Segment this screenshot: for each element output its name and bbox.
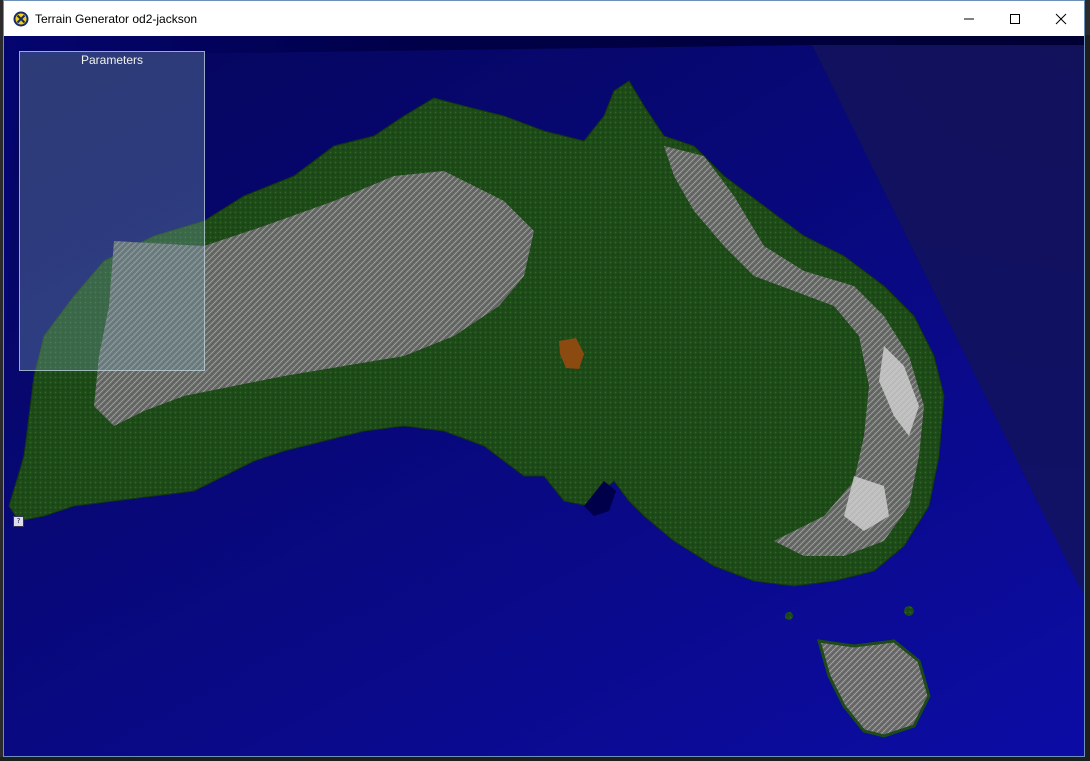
maximize-button[interactable] xyxy=(992,1,1038,36)
app-icon xyxy=(13,11,29,26)
minimize-button[interactable] xyxy=(946,1,992,36)
terrain-viewport[interactable]: Parameters ? xyxy=(4,36,1084,756)
close-icon xyxy=(1055,13,1067,24)
window-title: Terrain Generator od2-jackson xyxy=(35,11,198,26)
maximize-icon xyxy=(1010,13,1020,24)
small-island xyxy=(904,606,914,616)
parameters-title: Parameters xyxy=(80,53,144,67)
small-island xyxy=(785,612,793,620)
parameters-panel[interactable]: Parameters xyxy=(19,51,205,371)
minimize-icon xyxy=(964,18,974,19)
title-bar[interactable]: Terrain Generator od2-jackson xyxy=(4,1,1084,36)
help-button[interactable]: ? xyxy=(13,516,24,527)
background-edge xyxy=(1085,35,1090,757)
app-window: Terrain Generator od2-jackson Parameters… xyxy=(3,0,1085,757)
background-strip xyxy=(0,757,1090,761)
window-controls xyxy=(946,1,1084,36)
close-button[interactable] xyxy=(1038,1,1084,36)
